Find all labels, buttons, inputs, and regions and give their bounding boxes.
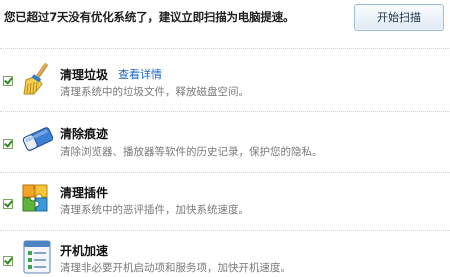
startup-boost-checkbox[interactable] bbox=[3, 256, 13, 266]
startup-list-icon bbox=[20, 238, 56, 274]
optimize-panel: 您已超过7天没有优化系统了，建议立即扫描为电脑提速。 开始扫描 清理垃圾 查看详… bbox=[0, 0, 450, 277]
start-scan-button[interactable]: 开始扫描 bbox=[354, 4, 444, 31]
clean-plugins-description: 清理系统中的恶评插件，加快系统速度。 bbox=[60, 204, 249, 216]
clear-traces-description: 清除浏览器、播放器等软件的历史记录，保护您的隐私。 bbox=[60, 146, 323, 158]
clear-traces-title: 清除痕迹 bbox=[60, 127, 109, 141]
divider bbox=[0, 230, 450, 232]
optimize-reminder-message: 您已超过7天没有优化系统了，建议立即扫描为电脑提速。 bbox=[4, 10, 295, 24]
puzzle-icon bbox=[20, 180, 56, 216]
list-item-clear-traces: 清除痕迹 清除浏览器、播放器等软件的历史记录，保护您的隐私。 bbox=[0, 117, 450, 167]
divider bbox=[0, 48, 450, 50]
clean-plugins-title: 清理插件 bbox=[60, 186, 109, 200]
eraser-icon bbox=[20, 121, 56, 157]
list-item-clean-junk: 清理垃圾 查看详情 清理系统中的垃圾文件，释放磁盘空间。 bbox=[0, 56, 450, 106]
list-item-clean-plugins: 清理插件 清理系统中的恶评插件，加快系统速度。 bbox=[0, 178, 450, 228]
clean-junk-checkbox[interactable] bbox=[3, 76, 13, 86]
list-item-startup-boost: 开机加速 清理非必要开机启动项和服务项，加快开机速度。 bbox=[0, 236, 450, 277]
broom-icon bbox=[20, 60, 56, 96]
divider bbox=[0, 111, 450, 113]
startup-boost-title: 开机加速 bbox=[60, 244, 109, 258]
clean-plugins-checkbox[interactable] bbox=[3, 199, 13, 209]
clear-traces-checkbox[interactable] bbox=[3, 139, 13, 149]
divider bbox=[0, 172, 450, 174]
clean-junk-title: 清理垃圾 bbox=[60, 68, 109, 82]
view-details-link[interactable]: 查看详情 bbox=[118, 66, 162, 82]
startup-boost-description: 清理非必要开机启动项和服务项，加快开机速度。 bbox=[60, 262, 291, 274]
header-bar: 您已超过7天没有优化系统了，建议立即扫描为电脑提速。 开始扫描 bbox=[0, 0, 450, 34]
clean-junk-description: 清理系统中的垃圾文件，释放磁盘空间。 bbox=[60, 86, 249, 98]
